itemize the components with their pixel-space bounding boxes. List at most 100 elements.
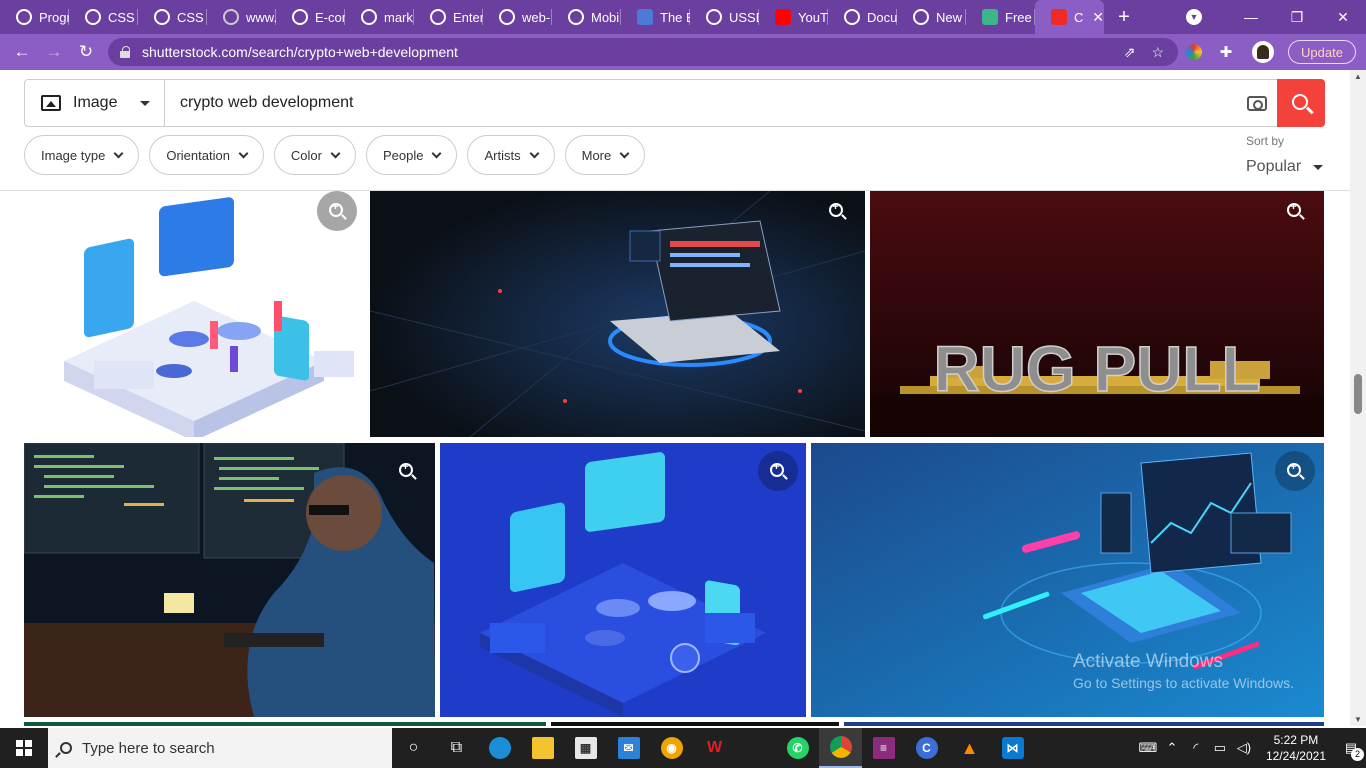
zoom-icon (328, 201, 343, 217)
vpn-shield-icon[interactable]: ◉ (650, 728, 693, 768)
back-icon[interactable]: ← (6, 42, 38, 62)
browser-tab[interactable]: C ✕ (1035, 0, 1104, 34)
filter-chip[interactable]: People (366, 135, 458, 175)
tab-title: mark (384, 9, 413, 25)
zoom-preview-button[interactable] (1275, 451, 1315, 491)
globe-icon (223, 9, 239, 25)
network-icon[interactable]: ◜ (1184, 740, 1208, 756)
zoom-preview-button[interactable] (387, 451, 427, 491)
result-image-isometric-laptop-data[interactable] (811, 443, 1324, 717)
start-button[interactable] (0, 728, 48, 768)
keyboard-icon[interactable]: ⌨ (1136, 740, 1160, 756)
taskbar-search-box[interactable]: Type here to search (48, 728, 392, 768)
microsoft-store-icon[interactable]: ▦ (564, 728, 607, 768)
search-button[interactable] (1277, 79, 1325, 127)
close-tab-icon[interactable]: ✕ (1092, 9, 1104, 26)
whatsapp-icon[interactable]: ✆ (776, 728, 819, 768)
update-button[interactable]: Update (1288, 40, 1356, 64)
sort-value: Popular (1246, 158, 1302, 175)
zoom-preview-button[interactable] (317, 191, 357, 231)
close-window-icon[interactable]: ✕ (1320, 9, 1366, 26)
color-picker-extension-icon[interactable] (1186, 44, 1202, 60)
volume-icon[interactable]: ◁) (1232, 740, 1256, 756)
image-icon (41, 95, 61, 111)
browser-tab[interactable]: Mobi (552, 0, 621, 34)
browser-tab[interactable]: Docu (828, 0, 897, 34)
browser-tab[interactable]: E-con (276, 0, 345, 34)
browser-tab[interactable]: Progr (0, 0, 69, 34)
zoom-preview-button[interactable] (1275, 191, 1315, 231)
scroll-up-icon[interactable]: ▲ (1350, 72, 1366, 81)
zoom-preview-button[interactable] (758, 451, 798, 491)
browser-tab[interactable]: mark (345, 0, 414, 34)
battery-icon[interactable]: ▭ (1208, 740, 1232, 756)
result-image-developer-monitors[interactable] (24, 443, 435, 717)
result-image-partial[interactable] (24, 722, 546, 726)
tab-search-icon[interactable]: ▼ (1186, 9, 1202, 25)
file-explorer-icon[interactable] (521, 728, 564, 768)
notification-center-icon[interactable]: ▤ 2 (1336, 740, 1366, 761)
restore-icon[interactable]: ❐ (1274, 9, 1320, 26)
zoom-preview-button[interactable] (817, 191, 857, 231)
search-input[interactable]: crypto web development (165, 94, 1237, 112)
task-view-icon[interactable]: ⧉ (435, 728, 478, 768)
reload-icon[interactable]: ↻ (70, 42, 102, 62)
result-image-isometric-crypto-devices[interactable] (24, 191, 364, 437)
svg-text:RUG PULL: RUG PULL (933, 333, 1260, 405)
filter-chip[interactable]: Image type (24, 135, 140, 175)
c-app-icon[interactable]: C (905, 728, 948, 768)
vlc-icon[interactable]: ▲ (948, 728, 991, 768)
browser-tab[interactable]: USSD (690, 0, 759, 34)
mail-icon[interactable]: ✉ (607, 728, 650, 768)
filter-chip[interactable]: Artists (467, 135, 555, 175)
edge-icon[interactable] (478, 728, 521, 768)
filter-chip-label: Image type (41, 147, 106, 163)
forward-icon[interactable]: → (38, 42, 70, 62)
sort-select[interactable]: Popular (1246, 158, 1324, 176)
vscode-icon[interactable]: ⋈ (991, 728, 1034, 768)
scrollbar-thumb[interactable] (1354, 374, 1362, 414)
browser-tab[interactable]: Free (966, 0, 1035, 34)
taskbar-search-placeholder: Type here to search (82, 739, 215, 757)
winrar-icon[interactable]: ≡ (862, 728, 905, 768)
new-tab-button[interactable]: + (1104, 6, 1144, 29)
profile-avatar[interactable] (1252, 41, 1274, 63)
extensions-puzzle-icon[interactable]: ✚ (1210, 43, 1242, 61)
scroll-down-icon[interactable]: ▼ (1350, 715, 1366, 724)
browser-tab[interactable]: CSS b (138, 0, 207, 34)
browser-tab[interactable]: The B (621, 0, 690, 34)
wps-office-icon[interactable]: W (693, 728, 736, 768)
media-type-select[interactable]: Image (25, 80, 165, 126)
lock-icon (120, 46, 130, 58)
clock[interactable]: 5:22 PM 12/24/2021 (1266, 732, 1326, 764)
result-image-isometric-blue-devices[interactable] (440, 443, 806, 717)
page-scrollbar[interactable]: ▲ ▼ (1350, 70, 1366, 726)
globe-icon (16, 9, 32, 25)
browser-tab[interactable]: Enter (414, 0, 483, 34)
share-icon[interactable]: ⇗ (1124, 44, 1136, 61)
clock-time: 5:22 PM (1273, 733, 1319, 747)
tab-title: web- (522, 9, 551, 25)
media-type-label: Image (73, 94, 118, 111)
result-image-partial[interactable] (844, 722, 1324, 726)
browser-tab[interactable]: www. (207, 0, 276, 34)
bookmark-star-icon[interactable]: ☆ (1151, 44, 1164, 61)
minimize-icon[interactable]: — (1228, 9, 1274, 25)
result-image-partial[interactable] (551, 722, 839, 726)
cortana-icon[interactable]: ○ (392, 728, 435, 768)
filter-chip[interactable]: Orientation (149, 135, 264, 175)
filter-chip[interactable]: More (564, 135, 646, 175)
chrome-icon[interactable] (819, 728, 862, 768)
browser-tab[interactable]: CSS I (69, 0, 138, 34)
address-bar[interactable]: shutterstock.com/search/crypto+web+devel… (108, 38, 1178, 66)
result-image-glowing-laptop[interactable] (370, 191, 865, 437)
browser-tab[interactable]: New (897, 0, 966, 34)
browser-tab[interactable]: YouT (759, 0, 828, 34)
browser-tab[interactable]: web- (483, 0, 552, 34)
chevron-up-icon[interactable]: ⌃ (1160, 740, 1184, 756)
clock-date: 12/24/2021 (1265, 749, 1326, 763)
result-image-rug-pull[interactable]: RUG PULL (870, 191, 1324, 437)
filter-chip[interactable]: Color (273, 135, 356, 175)
reverse-image-search-button[interactable] (1237, 95, 1277, 111)
sort-label: Sort by (1246, 134, 1285, 148)
